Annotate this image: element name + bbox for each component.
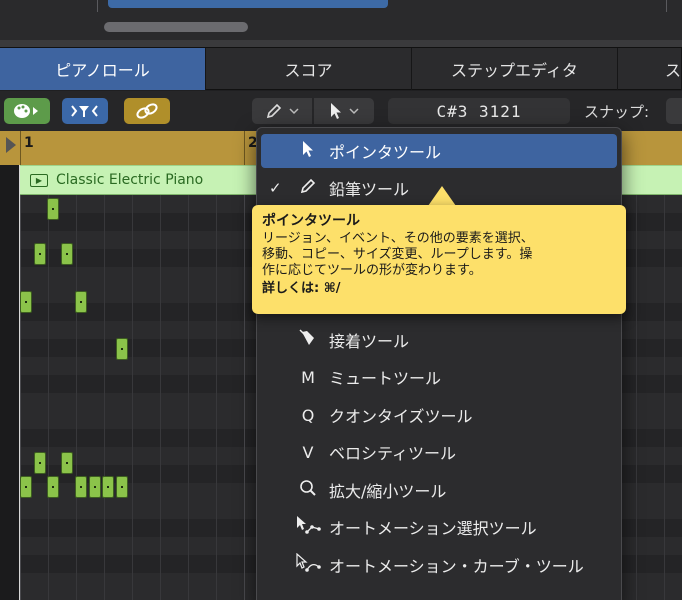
filter-icon (71, 105, 98, 117)
grid-column (636, 195, 637, 600)
grid-column (216, 195, 217, 600)
tooltip-title: ポインタツール (262, 213, 360, 229)
command-click-tool-selector[interactable] (314, 98, 374, 124)
menu-item-label: 鉛筆ツール (329, 180, 410, 199)
region-play-icon: ▶ (30, 173, 48, 187)
menu-item-label: ミュートツール (329, 369, 442, 388)
menu-item-label: ベロシティツール (329, 444, 457, 463)
grid-column (160, 195, 161, 600)
tracks-area (0, 0, 682, 40)
pane-divider[interactable] (0, 40, 682, 48)
mute-tool-icon: M (301, 367, 315, 387)
playhead-line (19, 165, 20, 600)
velocity-tool-icon: V (302, 442, 314, 462)
menu-item-label: オートメーション選択ツール (329, 519, 537, 538)
midi-note[interactable] (61, 243, 73, 265)
midi-note[interactable] (47, 476, 59, 498)
menu-item-label: 拡大/縮小ツール (329, 482, 447, 501)
ruler-bar-number: 1 (24, 135, 34, 151)
menu-item-pointer-tool[interactable]: ポインタツール (261, 134, 617, 168)
tooltip-arrow (428, 186, 456, 206)
menu-item-label: オートメーション・カーブ・ツール (329, 557, 584, 576)
tool-tooltip: ポインタツール リージョン、イベント、その他の要素を選択、 移動、コピー、サイズ… (252, 205, 626, 314)
grid-column (244, 195, 245, 600)
tooltip-shortcut: 詳しくは: ⌘/ (262, 281, 341, 296)
track-region[interactable] (108, 0, 388, 8)
checkmark-icon: ✓ (269, 179, 282, 197)
snap-dropdown[interactable] (666, 98, 682, 124)
tab-piano-roll[interactable]: ピアノロール (0, 48, 206, 90)
chevron-down-icon (289, 108, 299, 115)
editor-tabs: ピアノロール スコア ステップエディタ ス (0, 48, 682, 90)
tab-step-sequencer[interactable]: ス (618, 48, 682, 90)
midi-in-button[interactable] (4, 98, 50, 124)
menu-item-label: クオンタイズツール (329, 407, 473, 426)
midi-note[interactable] (47, 198, 59, 220)
grid-column (104, 195, 105, 600)
midi-note[interactable] (61, 452, 73, 474)
track-divider (97, 0, 98, 12)
quantize-tool-icon: Q (301, 405, 315, 425)
link-button[interactable] (124, 98, 170, 124)
pitch-position-display: C#3 3121 (388, 98, 570, 124)
midi-note[interactable] (116, 338, 128, 360)
grid-column (20, 195, 21, 600)
grid-column (48, 195, 49, 600)
catch-filter-button[interactable] (62, 98, 108, 124)
menu-item-automation-select-tool[interactable]: オートメーション選択ツール (261, 510, 617, 544)
grid-column (76, 195, 77, 600)
chevron-down-icon (349, 108, 359, 115)
ruler-tick (20, 131, 21, 165)
tab-step-editor[interactable]: ステップエディタ (412, 48, 618, 90)
link-icon (136, 103, 158, 119)
tab-score[interactable]: スコア (206, 48, 412, 90)
snap-label: スナップ: (584, 102, 650, 121)
tooltip-text-line: 作に応じてツールの形が変わります。 (262, 263, 482, 278)
arrow-pointer-icon (295, 140, 321, 162)
piano-roll-toolbar: C#3 3121 スナップ: (0, 91, 682, 131)
midi-note[interactable] (102, 476, 114, 498)
midi-note[interactable] (75, 291, 87, 313)
track-divider (666, 0, 667, 12)
arrow-pointer-icon (331, 103, 341, 119)
grid-column (132, 195, 133, 600)
ruler-tick (244, 131, 245, 165)
menu-item-quantize-tool[interactable]: Q クオンタイズツール (261, 398, 617, 432)
midi-note[interactable] (89, 476, 101, 498)
magnifier-icon (295, 479, 321, 501)
midi-note[interactable] (116, 476, 128, 498)
menu-item-label: 接着ツール (329, 332, 410, 351)
tooltip-text-line: 移動、コピー、サイズ変更、ループします。操 (262, 247, 533, 262)
horizontal-scrollbar[interactable] (104, 22, 248, 32)
midi-note[interactable] (34, 452, 46, 474)
pencil-icon (295, 177, 321, 199)
left-click-tool-selector[interactable] (252, 98, 312, 124)
midi-note[interactable] (20, 476, 32, 498)
midi-note[interactable] (75, 476, 87, 498)
pencil-icon (266, 103, 282, 119)
piano-keys[interactable] (0, 165, 20, 600)
midi-note[interactable] (34, 243, 46, 265)
region-name: Classic Electric Piano (56, 172, 204, 188)
menu-item-automation-curve-tool[interactable]: オートメーション・カーブ・ツール (261, 548, 617, 582)
menu-item-glue-tool[interactable]: 接着ツール (261, 323, 617, 357)
grid-column (664, 195, 665, 600)
menu-item-velocity-tool[interactable]: V ベロシティツール (261, 435, 617, 469)
grid-column (188, 195, 189, 600)
automation-select-icon (295, 515, 321, 539)
menu-item-mute-tool[interactable]: M ミュートツール (261, 360, 617, 394)
palette-icon (14, 104, 38, 118)
menu-item-label: ポインタツール (329, 143, 442, 162)
glue-icon (295, 329, 321, 351)
playhead-marker[interactable] (6, 137, 16, 153)
automation-curve-icon (295, 552, 321, 577)
menu-item-zoom-tool[interactable]: 拡大/縮小ツール (261, 473, 617, 507)
tooltip-text-line: リージョン、イベント、その他の要素を選択、 (262, 231, 534, 246)
midi-note[interactable] (20, 291, 32, 313)
